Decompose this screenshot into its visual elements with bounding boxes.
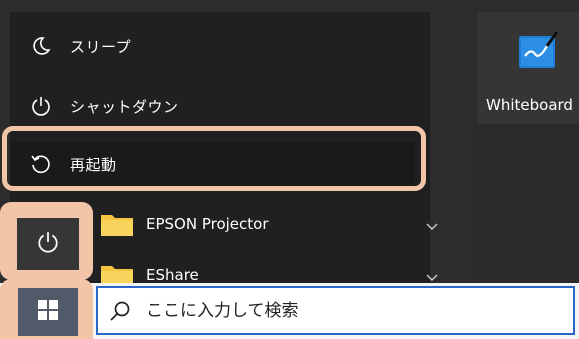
power-option-label: シャットダウン [70, 97, 179, 116]
app-folder-label: EShare [146, 266, 199, 284]
tile-label: Whiteboard [486, 96, 573, 114]
power-icon [36, 230, 60, 258]
power-option-sleep[interactable]: スリープ [10, 24, 415, 68]
chevron-down-icon[interactable] [426, 216, 438, 235]
power-option-label: スリープ [70, 37, 132, 56]
moon-icon [30, 35, 52, 57]
app-folder-label: EPSON Projector [146, 215, 269, 233]
start-button[interactable] [18, 288, 78, 336]
restart-highlight [2, 126, 426, 191]
folder-icon [100, 212, 134, 237]
app-folder-epson-projector[interactable]: EPSON Projector [100, 207, 440, 241]
power-icon [30, 95, 52, 117]
whiteboard-icon [517, 30, 559, 72]
search-input[interactable] [144, 299, 548, 322]
taskbar-search-box[interactable] [96, 286, 575, 335]
power-button[interactable] [17, 218, 79, 270]
windows-logo-icon [37, 299, 59, 325]
search-icon [108, 299, 132, 323]
power-option-shutdown[interactable]: シャットダウン [10, 84, 415, 128]
